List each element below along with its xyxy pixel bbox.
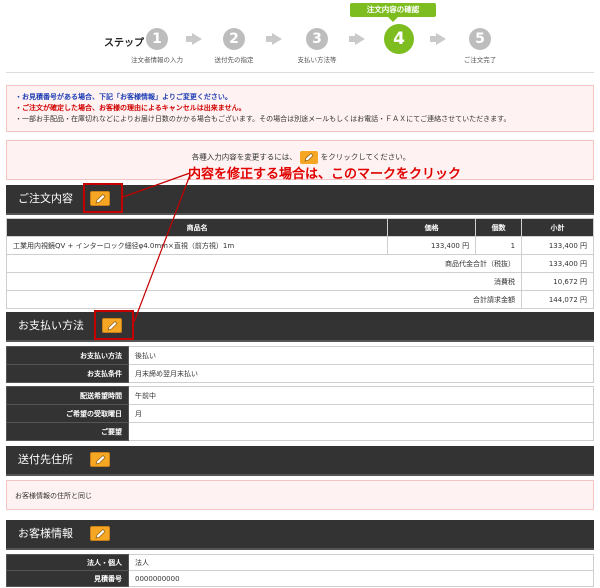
shipping-address: お客様情報の住所と同じ — [6, 480, 594, 510]
step-5-number: 5 — [469, 28, 491, 50]
order-table: 商品名 価格 個数 小計 工業用内視鏡QV + インターロック細径φ4.0mm×… — [5, 218, 594, 309]
customer-table: 法人・個人 法人 見積番号 0000000000 — [6, 554, 594, 587]
summary-label: 商品代金合計（税抜） — [5, 254, 523, 273]
table-row: ご希望の受取曜日 月 — [6, 404, 594, 423]
section-payment-title: お支払い方法 — [18, 319, 84, 332]
summary-row: 消費税 10,672 円 — [5, 272, 594, 291]
edit-instruction-after: をクリックしてください。 — [320, 152, 411, 162]
table-row: 工業用内視鏡QV + インターロック細径φ4.0mm×直視（前方視）1m 133… — [5, 236, 594, 255]
product-name: 工業用内視鏡QV + インターロック細径φ4.0mm×直視（前方視）1m — [5, 236, 389, 255]
section-customer-title: お客様情報 — [18, 527, 73, 540]
col-qty: 個数 — [475, 218, 523, 237]
step-4-current: 4 — [364, 24, 434, 58]
step-1: 1 注文者情報の入力 — [122, 28, 192, 64]
step-1-caption: 注文者情報の入力 — [131, 56, 183, 64]
annotation-callout: 内容を修正する場合は、このマークをクリック — [188, 167, 462, 182]
step-2: 2 送付先の指定 — [199, 28, 269, 64]
delivery-time-value: 午前中 — [128, 386, 594, 405]
step-2-number: 2 — [223, 28, 245, 50]
pencil-icon — [95, 529, 106, 539]
step-5-caption: ご注文完了 — [463, 56, 497, 64]
payment-terms-value: 月末締め翌月末払い — [128, 364, 594, 383]
payment-table: お支払い方法 後払い お支払条件 月末締め翌月末払い — [6, 346, 594, 383]
quote-number-value: 0000000000 — [128, 570, 594, 587]
summary-row: 商品代金合計（税抜） 133,400 円 — [5, 254, 594, 273]
notice-quote-line: ・お見積番号がある場合、下記「お客様情報」よりご変更ください。 — [15, 93, 232, 101]
order-table-header: 商品名 価格 個数 小計 — [5, 218, 594, 237]
product-price: 133,400 円 — [387, 236, 477, 255]
customer-type-value: 法人 — [128, 554, 594, 571]
summary-label: 合計請求金額 — [5, 290, 523, 309]
step-2-caption: 送付先の指定 — [214, 56, 254, 64]
step-3: 3 支払い方法等 — [282, 28, 352, 64]
step-1-number: 1 — [146, 28, 168, 50]
delivery-table: 配送希望時間 午前中 ご希望の受取曜日 月 ご要望 — [6, 386, 594, 441]
pencil-icon — [95, 455, 106, 465]
customer-edit-button[interactable] — [90, 526, 110, 541]
delivery-day-label: ご希望の受取曜日 — [6, 404, 129, 423]
current-step-badge: 注文内容の確認 — [350, 3, 436, 22]
table-row: 見積番号 0000000000 — [6, 570, 594, 587]
step-3-number: 3 — [306, 28, 328, 50]
col-price: 価格 — [387, 218, 477, 237]
customer-type-label: 法人・個人 — [6, 554, 129, 571]
delivery-time-label: 配送希望時間 — [6, 386, 129, 405]
edit-instruction-before: 各種入力内容を変更するには、 — [191, 152, 297, 162]
summary-row: 合計請求金額 144,072 円 — [5, 290, 594, 309]
summary-label: 消費税 — [5, 272, 523, 291]
payment-method-label: お支払い方法 — [6, 346, 129, 365]
col-product: 商品名 — [5, 218, 389, 237]
table-row: 法人・個人 法人 — [6, 554, 594, 571]
notice-delivery-line: ・一部お手配品・在庫切れなどによりお届け日数のかかる場合もございます。その場合は… — [15, 115, 511, 123]
request-value — [128, 422, 594, 441]
delivery-day-value: 月 — [128, 404, 594, 423]
col-subtotal: 小計 — [521, 218, 594, 237]
highlight-frame — [83, 183, 123, 213]
divider — [6, 72, 594, 73]
summary-value: 144,072 円 — [521, 290, 594, 309]
table-row: お支払条件 月末締め翌月末払い — [6, 364, 594, 383]
step-5: 5 ご注文完了 — [445, 28, 515, 64]
shipping-edit-button[interactable] — [90, 452, 110, 467]
payment-terms-label: お支払条件 — [6, 364, 129, 383]
summary-value: 10,672 円 — [521, 272, 594, 291]
order-notice: ・お見積番号がある場合、下記「お客様情報」よりご変更ください。 ・ご注文が確定し… — [6, 85, 594, 132]
quote-number-label: 見積番号 — [6, 570, 129, 587]
section-shipping-title: 送付先住所 — [18, 453, 73, 466]
table-row: お支払い方法 後払い — [6, 346, 594, 365]
product-subtotal: 133,400 円 — [521, 236, 594, 255]
request-label: ご要望 — [6, 422, 129, 441]
shipping-address-text: お客様情報の住所と同じ — [15, 492, 92, 500]
highlight-frame — [94, 310, 134, 340]
section-order-title: ご注文内容 — [18, 192, 73, 205]
summary-value: 133,400 円 — [521, 254, 594, 273]
table-row: ご要望 — [6, 422, 594, 441]
step-indicator: 注文内容の確認 ステップ 1 注文者情報の入力 2 送付先の指定 3 支払い方法… — [0, 0, 600, 70]
notice-cancel-line: ・ご注文が確定した場合、お客様の理由によるキャンセルは出来ません。 — [15, 104, 246, 112]
step-3-caption: 支払い方法等 — [297, 56, 337, 64]
product-qty: 1 — [475, 236, 523, 255]
payment-method-value: 後払い — [128, 346, 594, 365]
step-arrow-icon — [266, 33, 282, 45]
table-row: 配送希望時間 午前中 — [6, 386, 594, 405]
step-4-number: 4 — [384, 24, 414, 54]
